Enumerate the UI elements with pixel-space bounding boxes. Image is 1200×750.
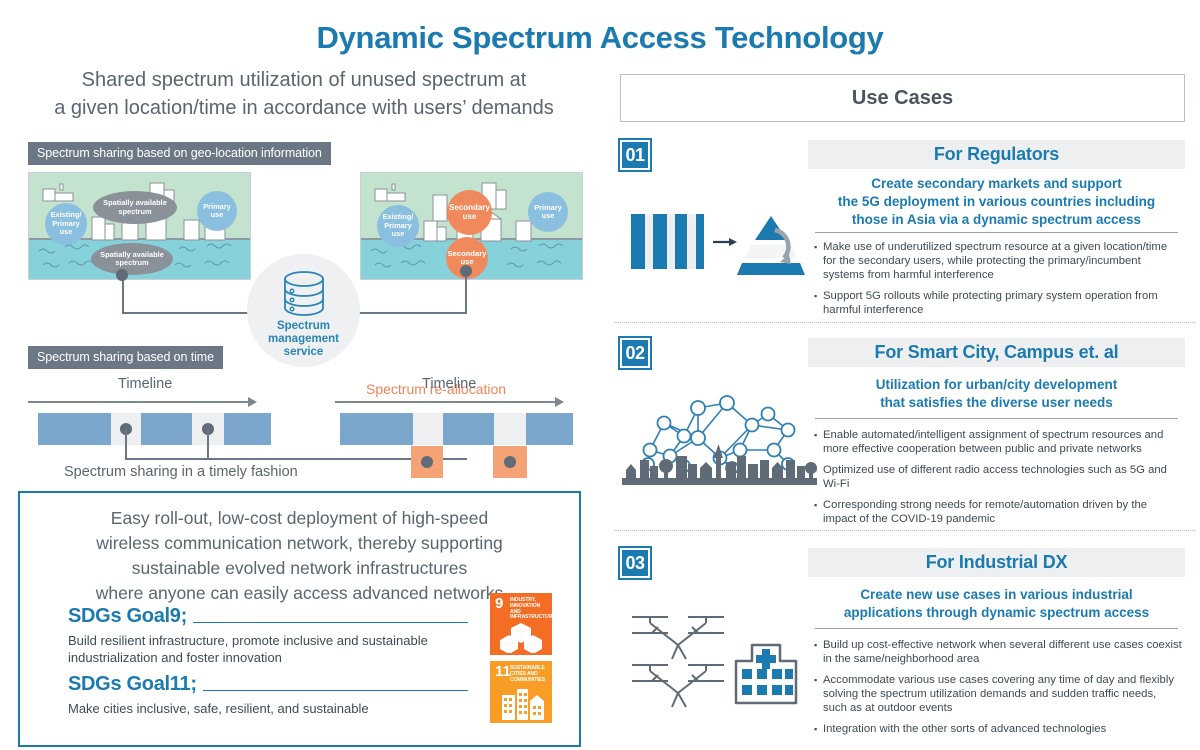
sdg-badge-goal-9: 9 INDUSTRY, INNOVATION AND INFRASTRUCTUR… — [490, 593, 556, 655]
sdg-lead-line-2: wireless communication network, thereby … — [96, 533, 503, 553]
sdg-goal11-description: Make cities inclusive, safe, resilient, … — [68, 701, 369, 716]
timeline-drop-2 — [207, 429, 209, 460]
use-case-02-rule — [815, 418, 1178, 419]
sustainable-cities-icon — [502, 689, 544, 720]
bubble-spatially-available-land: Spatially available spectrum — [93, 191, 177, 224]
sdg-goal11-block: SDGs Goal11; Make cities inclusive, safe… — [68, 673, 468, 717]
industry-cubes-icon — [500, 623, 542, 653]
timeslot-node — [421, 456, 433, 468]
geo-section-tag: Spectrum sharing based on geo-location i… — [28, 142, 331, 165]
use-case-03-bullets: Build up cost-effective network when sev… — [814, 638, 1183, 743]
timeslot-filled — [141, 413, 192, 445]
spectrum-bars-to-pyramid-icon — [631, 214, 805, 275]
timeslot-empty — [413, 413, 443, 445]
timeline-axis-left — [28, 401, 250, 403]
hospital-icon — [734, 643, 798, 705]
time-section-tag: Spectrum sharing based on time — [28, 346, 223, 369]
database-stack-icon — [283, 271, 324, 316]
use-case-01-bullets: Make use of underutilized spectrum resou… — [814, 240, 1183, 324]
city-mesh-network-icon — [622, 395, 817, 485]
sdg-goal11-rule — [202, 689, 468, 691]
sdg-goal11-title: SDGs Goal11; — [68, 673, 197, 695]
subtitle: Shared spectrum utilization of unused sp… — [14, 66, 594, 122]
spectrum-management-service: Spectrum management service — [247, 254, 360, 367]
sdg-goal9-title: SDGs Goal9; — [68, 605, 187, 627]
connector-left-vertical — [122, 276, 124, 314]
bubble-existing-primary-use: Existing/ Primary use — [45, 203, 87, 245]
use-case-03-rule — [815, 628, 1178, 629]
left-panel: Shared spectrum utilization of unused sp… — [0, 66, 600, 750]
timeslot-filled — [443, 413, 494, 445]
sdg-lead-line-3: sustainable evolved network infrastructu… — [131, 558, 468, 578]
connector-left-horizontal — [122, 312, 252, 314]
geo-map-before: Existing/ Primary use Spatially availabl… — [28, 172, 251, 280]
timeslot-filled — [526, 413, 573, 445]
use-case-02-lead: Utilization for urban/city development t… — [875, 377, 1118, 410]
timeline-label-left: Timeline — [118, 376, 173, 392]
bubble-spatially-available-sea: Spatially available spectrum — [91, 243, 173, 275]
bubble-primary-use: Primary use — [528, 192, 568, 232]
sdg-badge-11-caption: SUSTAINABLE CITIES AND COMMUNITIES — [510, 665, 546, 683]
bubble-secondary-use-land: Secondary use — [447, 190, 492, 235]
list-item: Support 5G rollouts while protecting pri… — [814, 289, 1183, 317]
sdg-lead-line-1: Easy roll-out, low-cost deployment of hi… — [110, 508, 489, 528]
sdg-goal9-description: Build resilient infrastructure, promote … — [68, 633, 428, 665]
sdg-badge-11-number: 11 — [495, 663, 511, 680]
section-divider-1 — [615, 322, 1195, 323]
sdg-badge-goal-11: 11 SUSTAINABLE CITIES AND COMMUNITIES — [490, 661, 552, 723]
timeslot-empty — [494, 413, 526, 445]
connector-right-node — [460, 265, 472, 277]
timeslot-filled — [38, 413, 111, 445]
sdg-badge-9-number: 9 — [495, 595, 504, 612]
use-case-01-title: For Regulators — [808, 140, 1185, 169]
sdg-goal9-block: SDGs Goal9; Build resilient infrastructu… — [68, 605, 468, 666]
use-case-02-title: For Smart City, Campus et. al — [808, 338, 1185, 367]
timeslot-node — [504, 456, 516, 468]
use-case-03-lead: Create new use cases in various industri… — [843, 587, 1150, 620]
timeslot-filled — [340, 413, 413, 445]
use-case-02-bullets: Enable automated/intelligent assignment … — [814, 428, 1183, 533]
connector-right-horizontal — [354, 312, 467, 314]
timeline-arrow-right — [555, 397, 564, 407]
list-item: Accommodate various use cases covering a… — [814, 673, 1183, 715]
timeline-caption: Spectrum sharing in a timely fashion — [64, 464, 298, 480]
timeline-label-right: Timeline — [422, 376, 477, 392]
sdg-summary-box: Easy roll-out, low-cost deployment of hi… — [18, 491, 581, 747]
use-case-02-number: 02 — [618, 336, 652, 370]
timeline-arrow-left — [248, 397, 257, 407]
connector-left-node — [116, 269, 128, 281]
sdg-goal9-rule — [192, 621, 468, 623]
use-case-01-lead: Create secondary markets and support the… — [837, 176, 1156, 227]
use-case-03-number: 03 — [618, 546, 652, 580]
time-section-tag-wrap: Spectrum sharing based on time — [28, 346, 223, 369]
list-item: Integration with the other sorts of adva… — [814, 722, 1183, 736]
drones-and-hospital-icon — [632, 616, 798, 708]
geo-section-tag-wrap: Spectrum sharing based on geo-location i… — [28, 142, 331, 165]
subtitle-line-1: Shared spectrum utilization of unused sp… — [81, 69, 527, 91]
use-case-01-rule — [815, 232, 1178, 233]
list-item: Make use of underutilized spectrum resou… — [814, 240, 1183, 282]
list-item: Corresponding strong needs for remote/au… — [814, 498, 1183, 526]
sdg-lead-text: Easy roll-out, low-cost deployment of hi… — [20, 506, 579, 606]
use-cases-header: Use Cases — [620, 74, 1185, 122]
subtitle-line-2: a given location/time in accordance with… — [54, 97, 554, 119]
connector-right-vertical — [465, 271, 467, 313]
use-case-03-title: For Industrial DX — [808, 548, 1185, 577]
use-case-01-number: 01 — [618, 138, 652, 172]
spectrum-management-label: Spectrum management service — [268, 320, 339, 358]
list-item: Enable automated/intelligent assignment … — [814, 428, 1183, 456]
right-panel: Use Cases 01 For Regulators Create secon… — [615, 0, 1200, 750]
list-item: Build up cost-effective network when sev… — [814, 638, 1183, 666]
section-divider-2 — [615, 530, 1195, 531]
timeslot-filled — [224, 413, 271, 445]
geo-map-after: Existing/ Primary use Secondary use Prim… — [360, 172, 583, 280]
timeline-drop-1 — [125, 429, 127, 460]
bubble-primary-use: Primary use — [197, 191, 237, 231]
bubble-existing-primary-use: Existing/ Primary use — [377, 205, 419, 247]
list-item: Optimized use of different radio access … — [814, 463, 1183, 491]
timeline-axis-right — [335, 401, 557, 403]
